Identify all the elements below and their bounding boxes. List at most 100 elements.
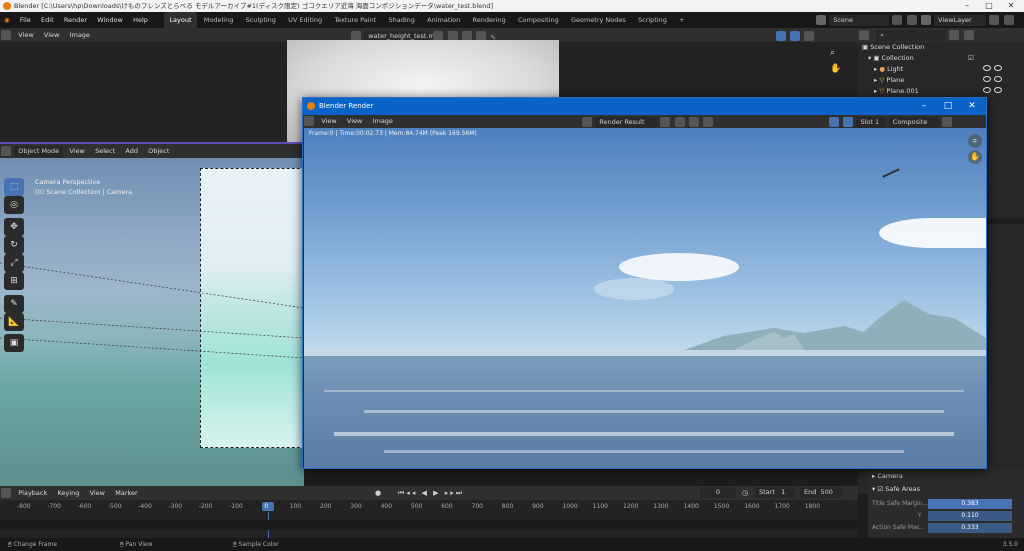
render-result-image[interactable]: Frame:0 | Time:00:02.73 | Mem:84.74M (Pe…	[304, 128, 986, 468]
timeline-area[interactable]: -800 -700 -600 -500 -400 -300 -200 -100 0 100 200 3…	[0, 500, 858, 538]
y-field[interactable]: 0.110	[928, 511, 1012, 521]
editor-type-icon[interactable]	[1, 146, 11, 156]
viewport-object-menu[interactable]: Object	[144, 144, 173, 158]
keying-menu[interactable]: Keying	[53, 486, 83, 500]
maximize-button[interactable]: □	[978, 0, 1000, 12]
duplicate-icon[interactable]	[674, 117, 685, 127]
new-collection-icon[interactable]	[963, 30, 974, 40]
record-icon[interactable]: ●	[375, 486, 381, 500]
display-channels-icon[interactable]	[941, 117, 952, 127]
outliner-search[interactable]: ⌕	[876, 29, 947, 41]
shield-icon[interactable]	[660, 117, 671, 127]
tab-scripting[interactable]: Scripting	[633, 12, 672, 28]
outliner-scene-collection[interactable]: ▣ Scene Collection	[858, 42, 1024, 53]
title-safe-field[interactable]: 0.383	[928, 499, 1012, 509]
render-image-menu[interactable]: Image	[369, 115, 397, 128]
delete-view-layer-icon[interactable]	[1003, 15, 1014, 25]
start-frame-field[interactable]: Start 1	[755, 487, 795, 498]
gizmo-icon[interactable]	[829, 117, 839, 127]
minimize-button[interactable]: –	[956, 0, 978, 12]
unlink-icon[interactable]	[703, 117, 714, 127]
editor-type-icon[interactable]	[304, 116, 314, 126]
zoom-icon[interactable]: ⌕	[830, 48, 842, 60]
add-cube-tool-icon[interactable]: ▣	[4, 334, 24, 352]
current-frame-field[interactable]: 0	[700, 487, 736, 498]
image-editor-view2-menu[interactable]: View	[40, 28, 63, 42]
tab-modeling[interactable]: Modeling	[199, 12, 239, 28]
timeline-view-menu[interactable]: View	[86, 486, 109, 500]
overlay-icon[interactable]	[843, 117, 854, 127]
measure-tool-icon[interactable]: 📐	[4, 313, 24, 331]
camera-render-icon[interactable]	[994, 87, 1002, 93]
filter-icon[interactable]	[949, 30, 960, 40]
tab-sculpting[interactable]: Sculpting	[241, 12, 281, 28]
new-scene-icon[interactable]	[892, 15, 903, 25]
rotate-tool-icon[interactable]: ↻	[4, 236, 24, 254]
blender-menu-icon[interactable]: ◉	[0, 12, 14, 28]
gizmo-icon[interactable]	[776, 31, 786, 41]
object-mode-dropdown[interactable]: Object Mode	[14, 145, 64, 157]
annotate-tool-icon[interactable]: ✎	[4, 295, 24, 313]
tab-uv-editing[interactable]: UV Editing	[283, 12, 327, 28]
camera-render-icon[interactable]	[994, 76, 1002, 82]
hand-pan-icon[interactable]: ✋	[830, 64, 842, 76]
camera-panel-header[interactable]: ▸ Camera	[868, 470, 1024, 483]
view-layer-selector[interactable]: ViewLayer	[934, 14, 987, 26]
image-editor-view-menu[interactable]: View	[14, 28, 37, 42]
render-close-button[interactable]: ✕	[960, 98, 984, 115]
menu-file[interactable]: File	[16, 12, 35, 28]
render-view2-menu[interactable]: View	[343, 115, 366, 128]
eye-icon[interactable]	[983, 87, 991, 93]
tab-compositing[interactable]: Compositing	[513, 12, 564, 28]
menu-window[interactable]: Window	[93, 12, 127, 28]
add-workspace-button[interactable]: +	[674, 12, 689, 28]
scale-tool-icon[interactable]: ⤢	[4, 254, 24, 272]
menu-edit[interactable]: Edit	[37, 12, 58, 28]
cursor-tool-icon[interactable]: ◎	[4, 196, 24, 214]
viewport-select-menu[interactable]: Select	[91, 144, 119, 158]
transform-tool-icon[interactable]: ⊞	[4, 272, 24, 290]
camera-render-icon[interactable]	[994, 65, 1002, 71]
preview-range-icon[interactable]: ◷	[742, 486, 748, 500]
action-safe-field[interactable]: 0.333	[928, 523, 1012, 533]
overlay-icon[interactable]	[790, 31, 801, 41]
eye-icon[interactable]	[983, 65, 991, 71]
editor-type-icon[interactable]	[1, 488, 11, 498]
render-maximize-button[interactable]: □	[936, 98, 960, 115]
render-minimize-button[interactable]: –	[912, 98, 936, 115]
slot-dropdown[interactable]: Slot 1	[856, 116, 887, 128]
menu-help[interactable]: Help	[129, 12, 152, 28]
collection-checkbox-icon[interactable]: ☑	[968, 53, 974, 64]
end-frame-field[interactable]: End 500	[800, 487, 842, 498]
move-tool-icon[interactable]: ✥	[4, 218, 24, 236]
render-result-field[interactable]: Render Result	[595, 116, 658, 128]
editor-type-icon[interactable]	[1, 30, 11, 40]
tab-texture-paint[interactable]: Texture Paint	[329, 12, 381, 28]
menu-render[interactable]: Render	[60, 12, 91, 28]
zoom-icon[interactable]: ⌕	[968, 134, 982, 148]
image-editor-image-menu[interactable]: Image	[66, 28, 94, 42]
folder-icon[interactable]	[688, 117, 699, 127]
marker-menu[interactable]: Marker	[111, 486, 141, 500]
editor-type-icon[interactable]	[859, 30, 869, 40]
outliner-collection[interactable]: ▾ ▣ Collection ☑	[858, 53, 1024, 64]
tab-animation[interactable]: Animation	[422, 12, 465, 28]
tab-rendering[interactable]: Rendering	[468, 12, 511, 28]
playback-controls[interactable]: ⏮◂◂ ◀ ▶ ▸▸⏭	[398, 486, 464, 500]
display-channels-icon[interactable]	[804, 31, 815, 41]
delete-scene-icon[interactable]	[906, 15, 917, 25]
playback-menu[interactable]: Playback	[14, 486, 51, 500]
tab-layout[interactable]: Layout	[164, 12, 197, 28]
viewport-view-menu[interactable]: View	[65, 144, 88, 158]
3d-viewport[interactable]: Camera Perspective (0) Scene Collection …	[0, 158, 304, 486]
viewport-add-menu[interactable]: Add	[121, 144, 142, 158]
image-browse-icon[interactable]	[582, 117, 592, 127]
pass-dropdown[interactable]: Composite	[888, 116, 939, 128]
safe-areas-panel-header[interactable]: ▾ ☑ Safe Areas	[868, 483, 1024, 496]
new-view-layer-icon[interactable]	[989, 15, 1000, 25]
hand-pan-icon[interactable]: ✋	[968, 150, 982, 164]
render-view-menu[interactable]: View	[317, 115, 340, 128]
tab-shading[interactable]: Shading	[384, 12, 420, 28]
close-button[interactable]: ✕	[1000, 0, 1022, 12]
eye-icon[interactable]	[983, 76, 991, 82]
